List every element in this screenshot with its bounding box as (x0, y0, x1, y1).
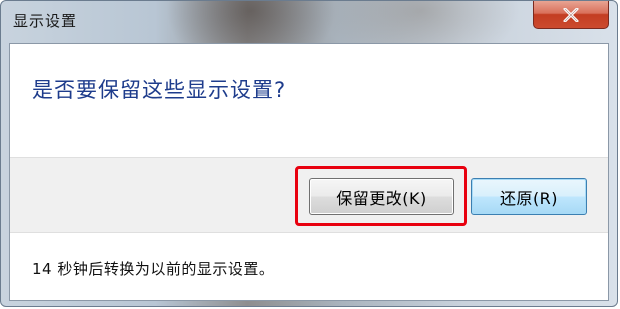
revert-button[interactable]: 还原(R) (471, 178, 587, 215)
dialog-question: 是否要保留这些显示设置? (32, 78, 287, 102)
title-bar[interactable]: 显示设置 (1, 1, 617, 43)
close-button[interactable] (533, 1, 609, 29)
keep-changes-button[interactable]: 保留更改(K) (309, 178, 454, 215)
button-area: 保留更改(K) 还原(R) (10, 157, 608, 233)
dialog-window: 显示设置 是否要保留这些显示设置? 保留更改(K) 还原(R) 14 秒钟后转换… (0, 0, 618, 307)
countdown-status: 14 秒钟后转换为以前的显示设置。 (32, 260, 275, 278)
close-icon (563, 7, 579, 22)
dialog-body: 是否要保留这些显示设置? 保留更改(K) 还原(R) 14 秒钟后转换为以前的显… (9, 43, 609, 301)
window-title: 显示设置 (13, 12, 78, 30)
